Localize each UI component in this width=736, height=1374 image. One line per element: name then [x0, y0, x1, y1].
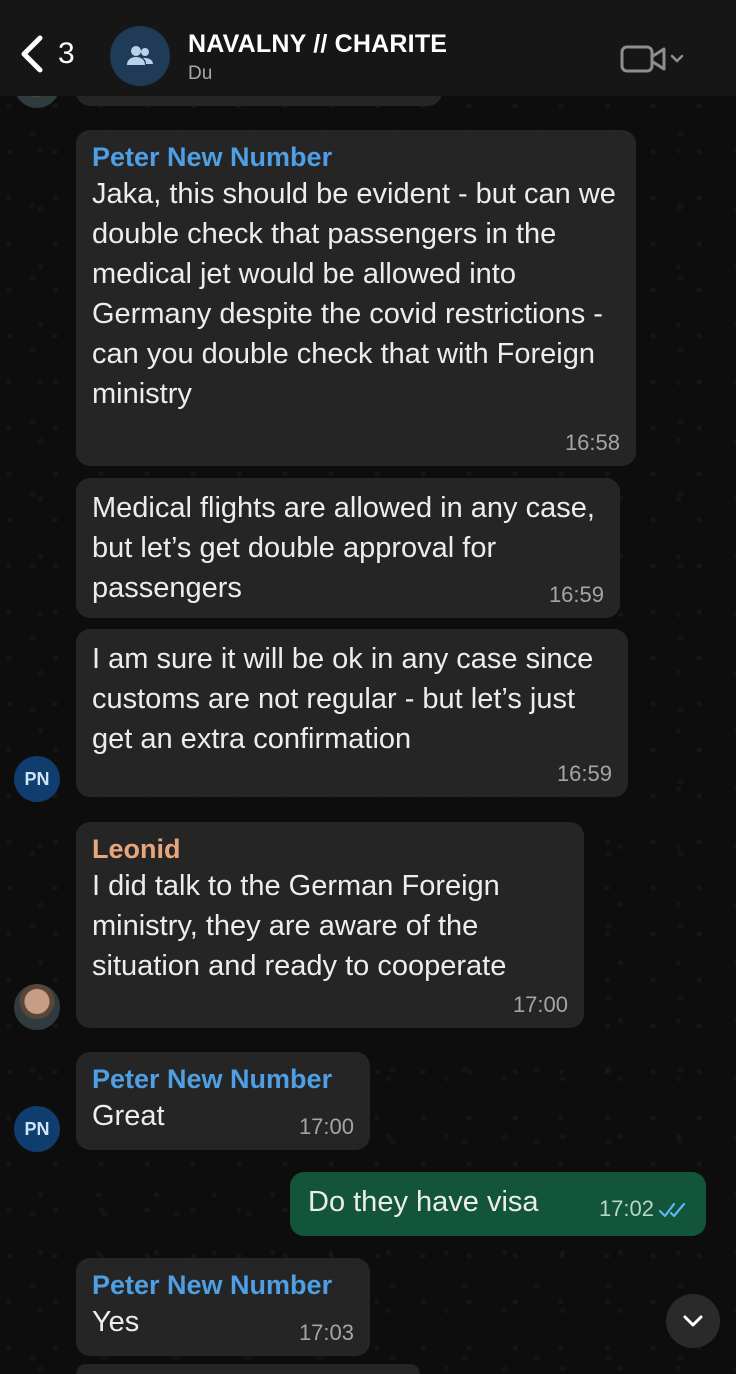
- chat-title: NAVALNY // CHARITE: [188, 30, 448, 58]
- back-button[interactable]: 3: [18, 34, 75, 74]
- message-sender[interactable]: Peter New Number: [92, 1268, 354, 1302]
- message-text: Jaka, this should be evident - but can w…: [92, 178, 616, 410]
- message-text: I did talk to the German Foreign ministr…: [92, 870, 507, 982]
- message-time: 16:58: [564, 430, 620, 455]
- message-bubble-partial[interactable]: [76, 1364, 420, 1374]
- message-time: 17:00: [512, 992, 568, 1017]
- message-sender[interactable]: Peter New Number: [92, 1062, 354, 1096]
- avatar-leonid[interactable]: [14, 984, 60, 1030]
- group-icon: [127, 46, 153, 65]
- message-time: 16:59: [548, 582, 604, 607]
- message-sender[interactable]: Leonid: [92, 832, 568, 866]
- message-text: Medical flights are allowed in any case,…: [92, 492, 595, 604]
- message-bubble[interactable]: Peter New Number Yes 17:03: [76, 1258, 370, 1356]
- outgoing-message-bubble[interactable]: Do they have visa 17:02: [290, 1172, 706, 1236]
- message-bubble[interactable]: I am sure it will be ok in any case sinc…: [76, 629, 628, 797]
- message-bubble[interactable]: Medical flights are allowed in any case,…: [76, 478, 620, 618]
- chat-subtitle: Du: [188, 63, 213, 84]
- chat-header: 3 NAVALNY // CHARITE Du: [0, 0, 736, 96]
- message-sender[interactable]: Peter New Number: [92, 140, 620, 174]
- chat-title-block[interactable]: NAVALNY // CHARITE Du: [188, 30, 447, 85]
- group-avatar[interactable]: [110, 26, 170, 86]
- message-time: 17:02: [598, 1196, 654, 1221]
- message-time-row: 17:02: [599, 1196, 688, 1222]
- scroll-to-bottom-button[interactable]: [666, 1294, 720, 1348]
- message-time: 16:59: [556, 761, 612, 786]
- message-text: I am sure it will be ok in any case sinc…: [92, 643, 594, 755]
- message-bubble[interactable]: Peter New Number Great 17:00: [76, 1052, 370, 1150]
- double-check-icon: [658, 1203, 686, 1218]
- avatar-pn[interactable]: PN: [14, 1106, 60, 1152]
- message-time: 17:00: [298, 1114, 354, 1139]
- message-bubble[interactable]: Leonid I did talk to the German Foreign …: [76, 822, 584, 1028]
- message-time: 17:03: [298, 1320, 354, 1345]
- video-call-icon: [620, 45, 684, 73]
- message-bubble[interactable]: Peter New Number Jaka, this should be ev…: [76, 130, 636, 466]
- unread-count: 3: [58, 37, 75, 70]
- chevron-left-icon: [21, 35, 43, 73]
- avatar-pn[interactable]: PN: [14, 756, 60, 802]
- chevron-down-icon: [683, 1315, 703, 1327]
- video-call-button[interactable]: [620, 44, 688, 79]
